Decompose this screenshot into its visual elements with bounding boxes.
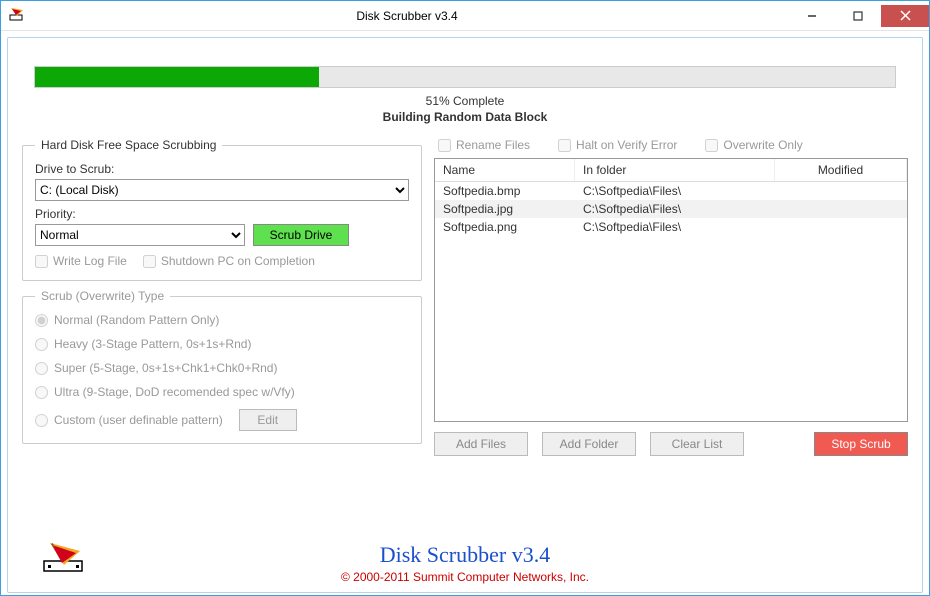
drive-row: Drive to Scrub: C: (Local Disk) (35, 162, 409, 201)
clear-list-button[interactable]: Clear List (650, 432, 744, 456)
halt-checkbox[interactable]: Halt on Verify Error (558, 138, 677, 152)
list-item[interactable]: Softpedia.bmp C:\Softpedia\Files\ (435, 182, 907, 200)
radio-normal[interactable]: Normal (Random Pattern Only) (35, 313, 409, 327)
progress-label: 51% Complete (34, 94, 896, 108)
copyright: © 2000-2011 Summit Computer Networks, In… (22, 570, 908, 584)
radio-ultra[interactable]: Ultra (9-Stage, DoD recomended spec w/Vf… (35, 385, 409, 399)
window-buttons (789, 5, 929, 27)
rename-label: Rename Files (456, 138, 530, 152)
write-log-checkbox[interactable]: Write Log File (35, 254, 127, 268)
halt-input[interactable] (558, 139, 571, 152)
list-item[interactable]: Softpedia.png C:\Softpedia\Files\ (435, 218, 907, 236)
scrub-type-group: Scrub (Overwrite) Type Normal (Random Pa… (22, 289, 422, 444)
drive-select[interactable]: C: (Local Disk) (35, 179, 409, 201)
radio-heavy[interactable]: Heavy (3-Stage Pattern, 0s+1s+Rnd) (35, 337, 409, 351)
free-space-legend: Hard Disk Free Space Scrubbing (35, 138, 222, 152)
radio-ultra-label: Ultra (9-Stage, DoD recomended spec w/Vf… (54, 385, 295, 399)
drive-label: Drive to Scrub: (35, 162, 409, 176)
maximize-button[interactable] (835, 5, 881, 27)
col-folder[interactable]: In folder (575, 159, 775, 181)
col-name[interactable]: Name (435, 159, 575, 181)
progress-bar (34, 66, 896, 88)
options-row: Write Log File Shutdown PC on Completion (35, 254, 409, 268)
radio-super-input[interactable] (35, 362, 48, 375)
app-icon (9, 6, 25, 25)
rename-input[interactable] (438, 139, 451, 152)
minimize-button[interactable] (789, 5, 835, 27)
listview-body: Softpedia.bmp C:\Softpedia\Files\ Softpe… (435, 182, 907, 236)
cell-name: Softpedia.png (443, 220, 583, 234)
titlebar: Disk Scrubber v3.4 (1, 1, 929, 31)
radio-normal-input[interactable] (35, 314, 48, 327)
radio-super[interactable]: Super (5-Stage, 0s+1s+Chk1+Chk0+Rnd) (35, 361, 409, 375)
priority-label: Priority: (35, 207, 245, 221)
cell-name: Softpedia.bmp (443, 184, 583, 198)
file-buttons: Add Files Add Folder Clear List Stop Scr… (434, 432, 908, 456)
write-log-input[interactable] (35, 255, 48, 268)
file-listview[interactable]: Name In folder Modified Softpedia.bmp C:… (434, 158, 908, 422)
overwrite-checkbox[interactable]: Overwrite Only (705, 138, 802, 152)
columns: Hard Disk Free Space Scrubbing Drive to … (22, 138, 908, 456)
shutdown-label: Shutdown PC on Completion (161, 254, 315, 268)
col-modified[interactable]: Modified (775, 159, 907, 181)
overwrite-input[interactable] (705, 139, 718, 152)
scrub-type-legend: Scrub (Overwrite) Type (35, 289, 170, 303)
shutdown-input[interactable] (143, 255, 156, 268)
product-name: Disk Scrubber v3.4 (22, 542, 908, 568)
overwrite-label: Overwrite Only (723, 138, 802, 152)
close-button[interactable] (881, 5, 929, 27)
radio-ultra-input[interactable] (35, 386, 48, 399)
progress-status: Building Random Data Block (34, 110, 896, 124)
radio-heavy-input[interactable] (35, 338, 48, 351)
priority-select[interactable]: Normal (35, 224, 245, 246)
priority-row: Priority: Normal Scrub Drive (35, 207, 409, 246)
halt-label: Halt on Verify Error (576, 138, 677, 152)
left-column: Hard Disk Free Space Scrubbing Drive to … (22, 138, 422, 456)
footer: Disk Scrubber v3.4 © 2000-2011 Summit Co… (22, 542, 908, 584)
radio-super-label: Super (5-Stage, 0s+1s+Chk1+Chk0+Rnd) (54, 361, 277, 375)
rename-checkbox[interactable]: Rename Files (438, 138, 530, 152)
add-files-button[interactable]: Add Files (434, 432, 528, 456)
cell-folder: C:\Softpedia\Files\ (583, 184, 783, 198)
add-folder-button[interactable]: Add Folder (542, 432, 636, 456)
content-panel: 51% Complete Building Random Data Block … (7, 37, 923, 593)
window-title: Disk Scrubber v3.4 (25, 9, 789, 23)
edit-button[interactable]: Edit (239, 409, 297, 431)
cell-modified (783, 202, 899, 216)
shutdown-checkbox[interactable]: Shutdown PC on Completion (143, 254, 315, 268)
right-column: Rename Files Halt on Verify Error Overwr… (434, 138, 908, 456)
write-log-label: Write Log File (53, 254, 127, 268)
list-item[interactable]: Softpedia.jpg C:\Softpedia\Files\ (435, 200, 907, 218)
progress-fill (35, 67, 319, 87)
stop-scrub-button[interactable]: Stop Scrub (814, 432, 908, 456)
free-space-group: Hard Disk Free Space Scrubbing Drive to … (22, 138, 422, 281)
listview-header: Name In folder Modified (435, 159, 907, 182)
footer-logo-icon (42, 539, 98, 578)
cell-folder: C:\Softpedia\Files\ (583, 202, 783, 216)
radio-custom-label: Custom (user definable pattern) (54, 413, 223, 427)
cell-name: Softpedia.jpg (443, 202, 583, 216)
scrub-drive-button[interactable]: Scrub Drive (253, 224, 349, 246)
right-options: Rename Files Halt on Verify Error Overwr… (434, 138, 908, 158)
radio-normal-label: Normal (Random Pattern Only) (54, 313, 219, 327)
progress-section: 51% Complete Building Random Data Block (34, 66, 896, 124)
cell-modified (783, 184, 899, 198)
radio-custom-input[interactable] (35, 414, 48, 427)
cell-modified (783, 220, 899, 234)
cell-folder: C:\Softpedia\Files\ (583, 220, 783, 234)
app-window: Disk Scrubber v3.4 51% Complete Building… (0, 0, 930, 596)
radio-custom-row: Custom (user definable pattern) Edit (35, 409, 409, 431)
radio-heavy-label: Heavy (3-Stage Pattern, 0s+1s+Rnd) (54, 337, 251, 351)
radio-list: Normal (Random Pattern Only) Heavy (3-St… (35, 313, 409, 431)
